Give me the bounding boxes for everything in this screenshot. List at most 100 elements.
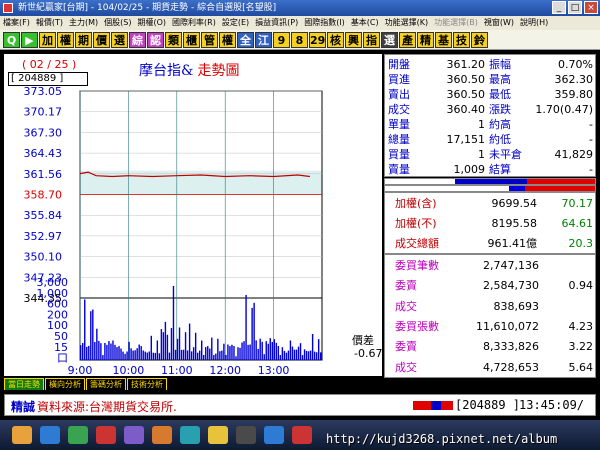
toolbar-button[interactable]: 興 bbox=[345, 32, 362, 48]
toolbar-button[interactable]: 價 bbox=[93, 32, 110, 48]
volume-bar bbox=[184, 332, 187, 360]
order-row: 成交 4,728,653 5.64 bbox=[385, 358, 597, 378]
toolbar-button[interactable]: 8 bbox=[291, 32, 308, 48]
toolbar-button[interactable]: 類 bbox=[165, 32, 182, 48]
menu-item[interactable]: 基本(C) bbox=[351, 16, 379, 30]
quote-panel: 開盤 361.20 振幅 0.70% 買進 360.50 最高 362.30 賣出 360.50 最… bbox=[384, 54, 596, 177]
order-row: 委買張數 11,610,072 4.23 bbox=[385, 317, 597, 337]
taskbar-app-icon[interactable] bbox=[292, 426, 312, 444]
menu-item[interactable]: 報價(T) bbox=[36, 16, 63, 30]
volume-bar bbox=[239, 347, 241, 360]
volume-bar bbox=[190, 351, 193, 360]
volume-bar bbox=[174, 349, 177, 360]
toolbar-button[interactable]: 技 bbox=[453, 32, 470, 48]
status-mini-bar bbox=[413, 401, 453, 410]
toolbar-button[interactable]: Q bbox=[3, 32, 20, 48]
quote-row: 買進 360.50 最高 362.30 bbox=[385, 73, 597, 86]
volume-bar bbox=[257, 348, 259, 360]
taskbar-app-icon[interactable] bbox=[152, 426, 172, 444]
minimize-button[interactable]: _ bbox=[552, 1, 566, 14]
taskbar-app-icon[interactable] bbox=[208, 426, 228, 444]
taskbar-app-icon[interactable] bbox=[264, 426, 284, 444]
tab-3[interactable]: 技術分析 bbox=[127, 378, 167, 390]
menu-item[interactable]: 國際利率(R) bbox=[172, 16, 216, 30]
menu-item[interactable]: 說明(H) bbox=[520, 16, 548, 30]
toolbar-button[interactable]: ▶ bbox=[21, 32, 38, 48]
toolbar-button[interactable]: 基 bbox=[435, 32, 452, 48]
volume-bar bbox=[253, 302, 255, 360]
toolbar-button[interactable]: 29 bbox=[309, 32, 326, 48]
menu-item[interactable]: 期權(O) bbox=[137, 16, 166, 30]
toolbar-button[interactable]: 權 bbox=[219, 32, 236, 48]
toolbar-button[interactable]: 選 bbox=[111, 32, 128, 48]
volume-bar bbox=[112, 340, 114, 360]
tab-2[interactable]: 籌碼分析 bbox=[86, 378, 126, 390]
close-button[interactable]: × bbox=[584, 1, 598, 14]
volume-bar bbox=[132, 350, 134, 360]
volume-bar bbox=[213, 355, 215, 360]
menu-item[interactable]: 視窗(W) bbox=[484, 16, 514, 30]
status-code[interactable]: [204889 ] bbox=[455, 398, 520, 412]
quote-value: 362.30 bbox=[554, 73, 594, 86]
menu-item[interactable]: 個股(S) bbox=[104, 16, 131, 30]
toolbar-button[interactable]: 產 bbox=[399, 32, 416, 48]
toolbar-button[interactable]: 權 bbox=[57, 32, 74, 48]
quote-value: - bbox=[589, 118, 593, 131]
volume-bar bbox=[289, 340, 292, 360]
taskbar-app-icon[interactable] bbox=[40, 426, 60, 444]
taskbar-app-icon[interactable] bbox=[124, 426, 144, 444]
volume-bar bbox=[188, 323, 191, 360]
volume-bar bbox=[140, 346, 142, 360]
toolbar-button[interactable]: 管 bbox=[201, 32, 218, 48]
toolbar-button[interactable]: 認 bbox=[147, 32, 164, 48]
tab-1[interactable]: 橫向分析 bbox=[45, 378, 85, 390]
menu-item[interactable]: 檔案(F) bbox=[3, 16, 30, 30]
window-title: 新世紀贏家[台期] - 104/02/25 - 期貨走勢 - 綜合自選股[名望股… bbox=[18, 3, 277, 13]
taskbar-app-icon[interactable] bbox=[180, 426, 200, 444]
toolbar-button[interactable]: 期 bbox=[75, 32, 92, 48]
volume-bar bbox=[122, 351, 124, 360]
toolbar-button[interactable]: 精 bbox=[417, 32, 434, 48]
quote-label: 成交 bbox=[388, 103, 410, 116]
menu-item[interactable]: 功能選擇(B) bbox=[434, 16, 478, 30]
menu-item[interactable]: 主力(M) bbox=[69, 16, 98, 30]
quote-value: - bbox=[589, 163, 593, 176]
tab-0[interactable]: 當日走勢 bbox=[4, 378, 44, 390]
toolbar-button[interactable]: 鈴 bbox=[471, 32, 488, 48]
chart-title: 摩台指& 走勢圖 bbox=[139, 60, 239, 80]
order-ratio: 0.94 bbox=[568, 279, 594, 293]
index-value: 961.41億 bbox=[487, 237, 538, 250]
toolbar: Q ▶ 加權期價選綜認類櫃管權全江 9 8 29 核興指選產精基技鈴 bbox=[0, 30, 600, 50]
volume-bar bbox=[144, 351, 146, 360]
volume-bar bbox=[142, 350, 144, 360]
chart-code-input[interactable]: [ 204889 ] bbox=[8, 72, 88, 86]
quote-value: 1.70(0.47) bbox=[535, 103, 593, 116]
menu-item[interactable]: 國際指數(I) bbox=[304, 16, 345, 30]
quote-value: 361.20 bbox=[446, 58, 486, 71]
quote-value: 360.40 bbox=[446, 103, 486, 116]
toolbar-button[interactable]: 江 bbox=[255, 32, 272, 48]
toolbar-button[interactable]: 全 bbox=[237, 32, 254, 48]
volume-bar bbox=[172, 286, 175, 360]
taskbar-app-icon[interactable] bbox=[236, 426, 256, 444]
toolbar-button[interactable]: 選 bbox=[381, 32, 398, 48]
volume-bar bbox=[114, 344, 116, 360]
volume-bar bbox=[267, 343, 269, 360]
menu-item[interactable]: 功能選擇(K) bbox=[385, 16, 429, 30]
menu-item[interactable]: 損益資訊(P) bbox=[255, 16, 298, 30]
quote-label: 最低 bbox=[489, 88, 511, 101]
quote-value: 359.80 bbox=[554, 88, 594, 101]
maximize-button[interactable]: □ bbox=[568, 1, 582, 14]
volume-bar bbox=[120, 348, 122, 360]
toolbar-button[interactable]: 加 bbox=[39, 32, 56, 48]
toolbar-button[interactable]: 9 bbox=[273, 32, 290, 48]
menu-item[interactable]: 設定(E) bbox=[222, 16, 249, 30]
taskbar-app-icon[interactable] bbox=[96, 426, 116, 444]
taskbar-app-icon[interactable] bbox=[68, 426, 88, 444]
order-volume-panel: 委買筆數 2,747,136 委賣 2,584,730 0.94 成交 838,693 委買張… bbox=[384, 254, 596, 378]
toolbar-button[interactable]: 核 bbox=[327, 32, 344, 48]
toolbar-button[interactable]: 指 bbox=[363, 32, 380, 48]
toolbar-button[interactable]: 綜 bbox=[129, 32, 146, 48]
start-icon[interactable] bbox=[12, 426, 32, 444]
toolbar-button[interactable]: 櫃 bbox=[183, 32, 200, 48]
